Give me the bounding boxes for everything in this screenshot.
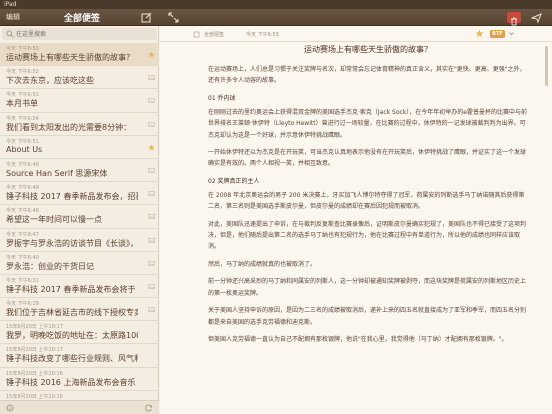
list-item[interactable]: 今天 下午6:51 本月书单	[0, 89, 159, 113]
note-content-pane: 全部便签 今天 下午6:53 BTF 运动赛场上有哪些天生骄傲的故事？ 在运动赛…	[160, 26, 552, 414]
note-date: 今天 下午6:52	[6, 69, 39, 76]
image-icon	[148, 75, 155, 81]
note-title: 本月书单	[6, 99, 38, 109]
note-date: 15年8月20日 上午10:17	[6, 347, 63, 354]
note-title: 我罗，明晚吃饭的地址在：太原路100号太原...	[6, 331, 138, 341]
image-icon	[148, 98, 155, 104]
notes-sidebar: 今天 下午6:53运动赛场上有哪些天生骄傲的故事？今天 下午6:52下次去东京，…	[0, 26, 159, 414]
article-paragraph: 在刚刚过去的里约奥运会上获得混双金牌的美国选手杰克·索克（Jack Sock），…	[208, 108, 527, 139]
expand-icon[interactable]	[167, 11, 180, 24]
note-date: 今天 下午6:51	[6, 92, 39, 99]
note-date: 今天 下午6:53	[6, 46, 39, 52]
notes-list: 今天 下午6:53 运动赛场上有哪些天生骄傲的故事？ 今天 下午6:52 下次去东京，…	[0, 43, 159, 414]
image-icon	[148, 283, 155, 289]
note-datetime: 今天 下午6:53	[246, 32, 279, 38]
toolbar-title[interactable]: 全部便签	[64, 11, 100, 24]
category-icon[interactable]	[193, 31, 200, 38]
note-title: 运动赛场上有哪些天生骄傲的故事？	[6, 53, 134, 62]
note-date: 今天 下午6:47	[6, 231, 39, 238]
article-paragraph: 对此，美国队迅速提出了申诉，在与裁判反复斯查比赛录像后，证明斯皮尔曼确实犯规了，…	[208, 220, 527, 251]
note-category[interactable]: 全部便签	[204, 31, 224, 38]
note-title: 罗振宇与罗永浩的访谈节目《长谈》，6 小...	[6, 238, 138, 248]
note-title: 下次去东京，应该吃这些	[6, 76, 94, 86]
note-date: 今天 下午6:48	[6, 208, 39, 215]
list-item[interactable]: 今天 下午6:52 下次去东京，应该吃这些	[0, 66, 159, 90]
note-title: 罗永浩：创业的干货日记	[6, 261, 94, 271]
note-date: 今天 下午6:54	[6, 115, 39, 122]
search-input[interactable]	[16, 28, 152, 40]
image-icon	[148, 167, 155, 173]
note-title: 锤子科技 2017 春季新品发布会将于 5 月 9...	[6, 284, 138, 294]
note-date: 今天 下午6:31	[6, 277, 39, 284]
list-item[interactable]: 15年8月20日 上午10:17我罗，明晚吃饭的地址在：太原路100号太原...	[0, 321, 159, 345]
markdown-badge[interactable]: BTF	[490, 30, 505, 38]
list-item[interactable]: 今天 下午6:31锤子科技 2017 春季新品发布会将于 5 月 9...	[0, 275, 159, 299]
article-paragraph: 一开始休伊特还以为杰克是在开玩笑，可当杰克认真地表示他没有在开玩笑后，休伊特挑战…	[208, 149, 527, 168]
note-title: 我们看到太阳发出的光需要8分钟：	[6, 122, 132, 132]
sync-icon[interactable]	[145, 404, 153, 412]
article-title: 运动赛场上有哪些天生骄傲的故事？	[304, 45, 432, 54]
image-icon	[148, 121, 155, 127]
list-item[interactable]: 15年8月20日 上午10:16 锤子科技 2016 上海新品发布会音乐	[0, 368, 159, 391]
info-icon[interactable]	[6, 404, 14, 412]
status-bar: iPad	[0, 0, 552, 9]
list-item[interactable]: 今天 下午6:51 About Us	[0, 136, 159, 159]
note-title: 锤子科技改变了哪些行业规则、风气和玩法？	[6, 354, 138, 364]
top-toolbar: 编辑 全部便签	[0, 9, 552, 26]
note-date: 今天 下午6:40	[6, 254, 39, 261]
list-item[interactable]: 今天 下午6:54 我们看到太阳发出的光需要8分钟：	[0, 113, 159, 136]
note-article[interactable]: 运动赛场上有哪些天生骄傲的故事？ 在运动赛场上，人们总是习惯于关注奖牌与名次，却…	[208, 44, 528, 351]
send-icon[interactable]	[530, 11, 543, 24]
star-icon	[148, 51, 155, 58]
article-paragraph: 前一分钟还兴高采烈的马丁纳和同属安的列斯人，这一分钟却被通知奖牌被剥夺，而这块奖…	[208, 278, 527, 297]
edit-button[interactable]: 编辑	[6, 12, 20, 22]
scrollbar[interactable]	[545, 46, 548, 86]
note-title: About Us	[6, 144, 43, 154]
note-title: 希望这一年时间可以慢一点	[6, 215, 102, 225]
list-item[interactable]: 今天 下午6:49 Source Han Serif 思源宋体	[0, 159, 159, 183]
note-title: 我们位于吉林省延吉市的线下授权专卖店，...	[6, 308, 138, 318]
list-item[interactable]: 今天 下午6:53 运动赛场上有哪些天生骄傲的故事？	[0, 43, 159, 67]
delete-button[interactable]	[507, 12, 521, 26]
article-paragraph: 在 2008 年北京奥运会的男子 200 米决赛上，牙买加飞人博尔特夺得了冠军，…	[208, 191, 525, 211]
image-icon	[148, 237, 155, 243]
article-paragraph: 但美国人克劳福德一直认为自己不配拥有那枚银牌，他说"在我心里，我觉得他（马丁纳）…	[208, 335, 508, 343]
note-date: 15年8月20日 上午10:16	[6, 370, 63, 377]
article-heading: 02 奖牌真正的主人	[208, 177, 260, 185]
list-item[interactable]: 今天 下午6:49锤子科技 2017 春季新品发布会，招募现场...	[0, 182, 159, 206]
new-note-icon[interactable]	[140, 11, 153, 24]
article-paragraph: 关于美国人坚持申诉的原因，是因为二三名的成绩被取消后，递补上来的四五名就直接成为…	[208, 307, 527, 326]
chevron-down-icon[interactable]	[508, 30, 515, 37]
note-title: Source Han Serif 思源宋体	[6, 168, 108, 178]
note-date: 今天 下午6:29	[6, 301, 39, 308]
image-icon	[148, 260, 155, 266]
list-item[interactable]: 15年8月20日 上午10:17锤子科技改变了哪些行业规则、风气和玩法？	[0, 344, 159, 368]
note-title: 锤子科技 2017 春季新品发布会，招募现场...	[6, 192, 138, 202]
search-icon	[6, 30, 14, 38]
article-paragraph: 然后，马丁纳的成绩就真的也被取消了。	[208, 260, 317, 268]
list-item[interactable]: 今天 下午6:40 罗永浩：创业的干货日记	[0, 252, 159, 275]
note-title: 锤子科技 2016 上海新品发布会音乐	[6, 377, 136, 387]
list-item[interactable]: 今天 下午6:48 希望这一年时间可以慢一点	[0, 205, 159, 229]
note-date: 15年8月20日 上午10:16	[6, 393, 63, 400]
sidebar-footer	[0, 400, 159, 414]
carrier-label: iPad	[4, 1, 17, 8]
search-bar[interactable]	[2, 28, 157, 40]
image-icon	[148, 214, 155, 220]
note-header: 全部便签 今天 下午6:53 BTF	[160, 26, 552, 42]
list-item[interactable]: 今天 下午6:29我们位于吉林省延吉市的线下授权专卖店，...	[0, 298, 159, 322]
star-icon	[148, 144, 155, 151]
article-paragraph: 在运动赛场上，人们总是习惯于关注奖牌与名次，却常常会忘记体育精神的真正含义，其实…	[208, 66, 526, 85]
list-item[interactable]: 今天 下午6:47罗振宇与罗永浩的访谈节目《长谈》，6 小...	[0, 229, 159, 252]
note-date: 今天 下午6:51	[6, 138, 39, 145]
note-date: 今天 下午6:49	[6, 161, 39, 168]
note-date: 今天 下午6:49	[6, 185, 39, 192]
star-icon[interactable]	[475, 29, 484, 38]
image-icon	[148, 191, 155, 197]
article-heading: 01 乔内球	[208, 94, 236, 102]
note-date: 15年8月20日 上午10:17	[6, 324, 63, 331]
image-icon	[148, 307, 155, 313]
